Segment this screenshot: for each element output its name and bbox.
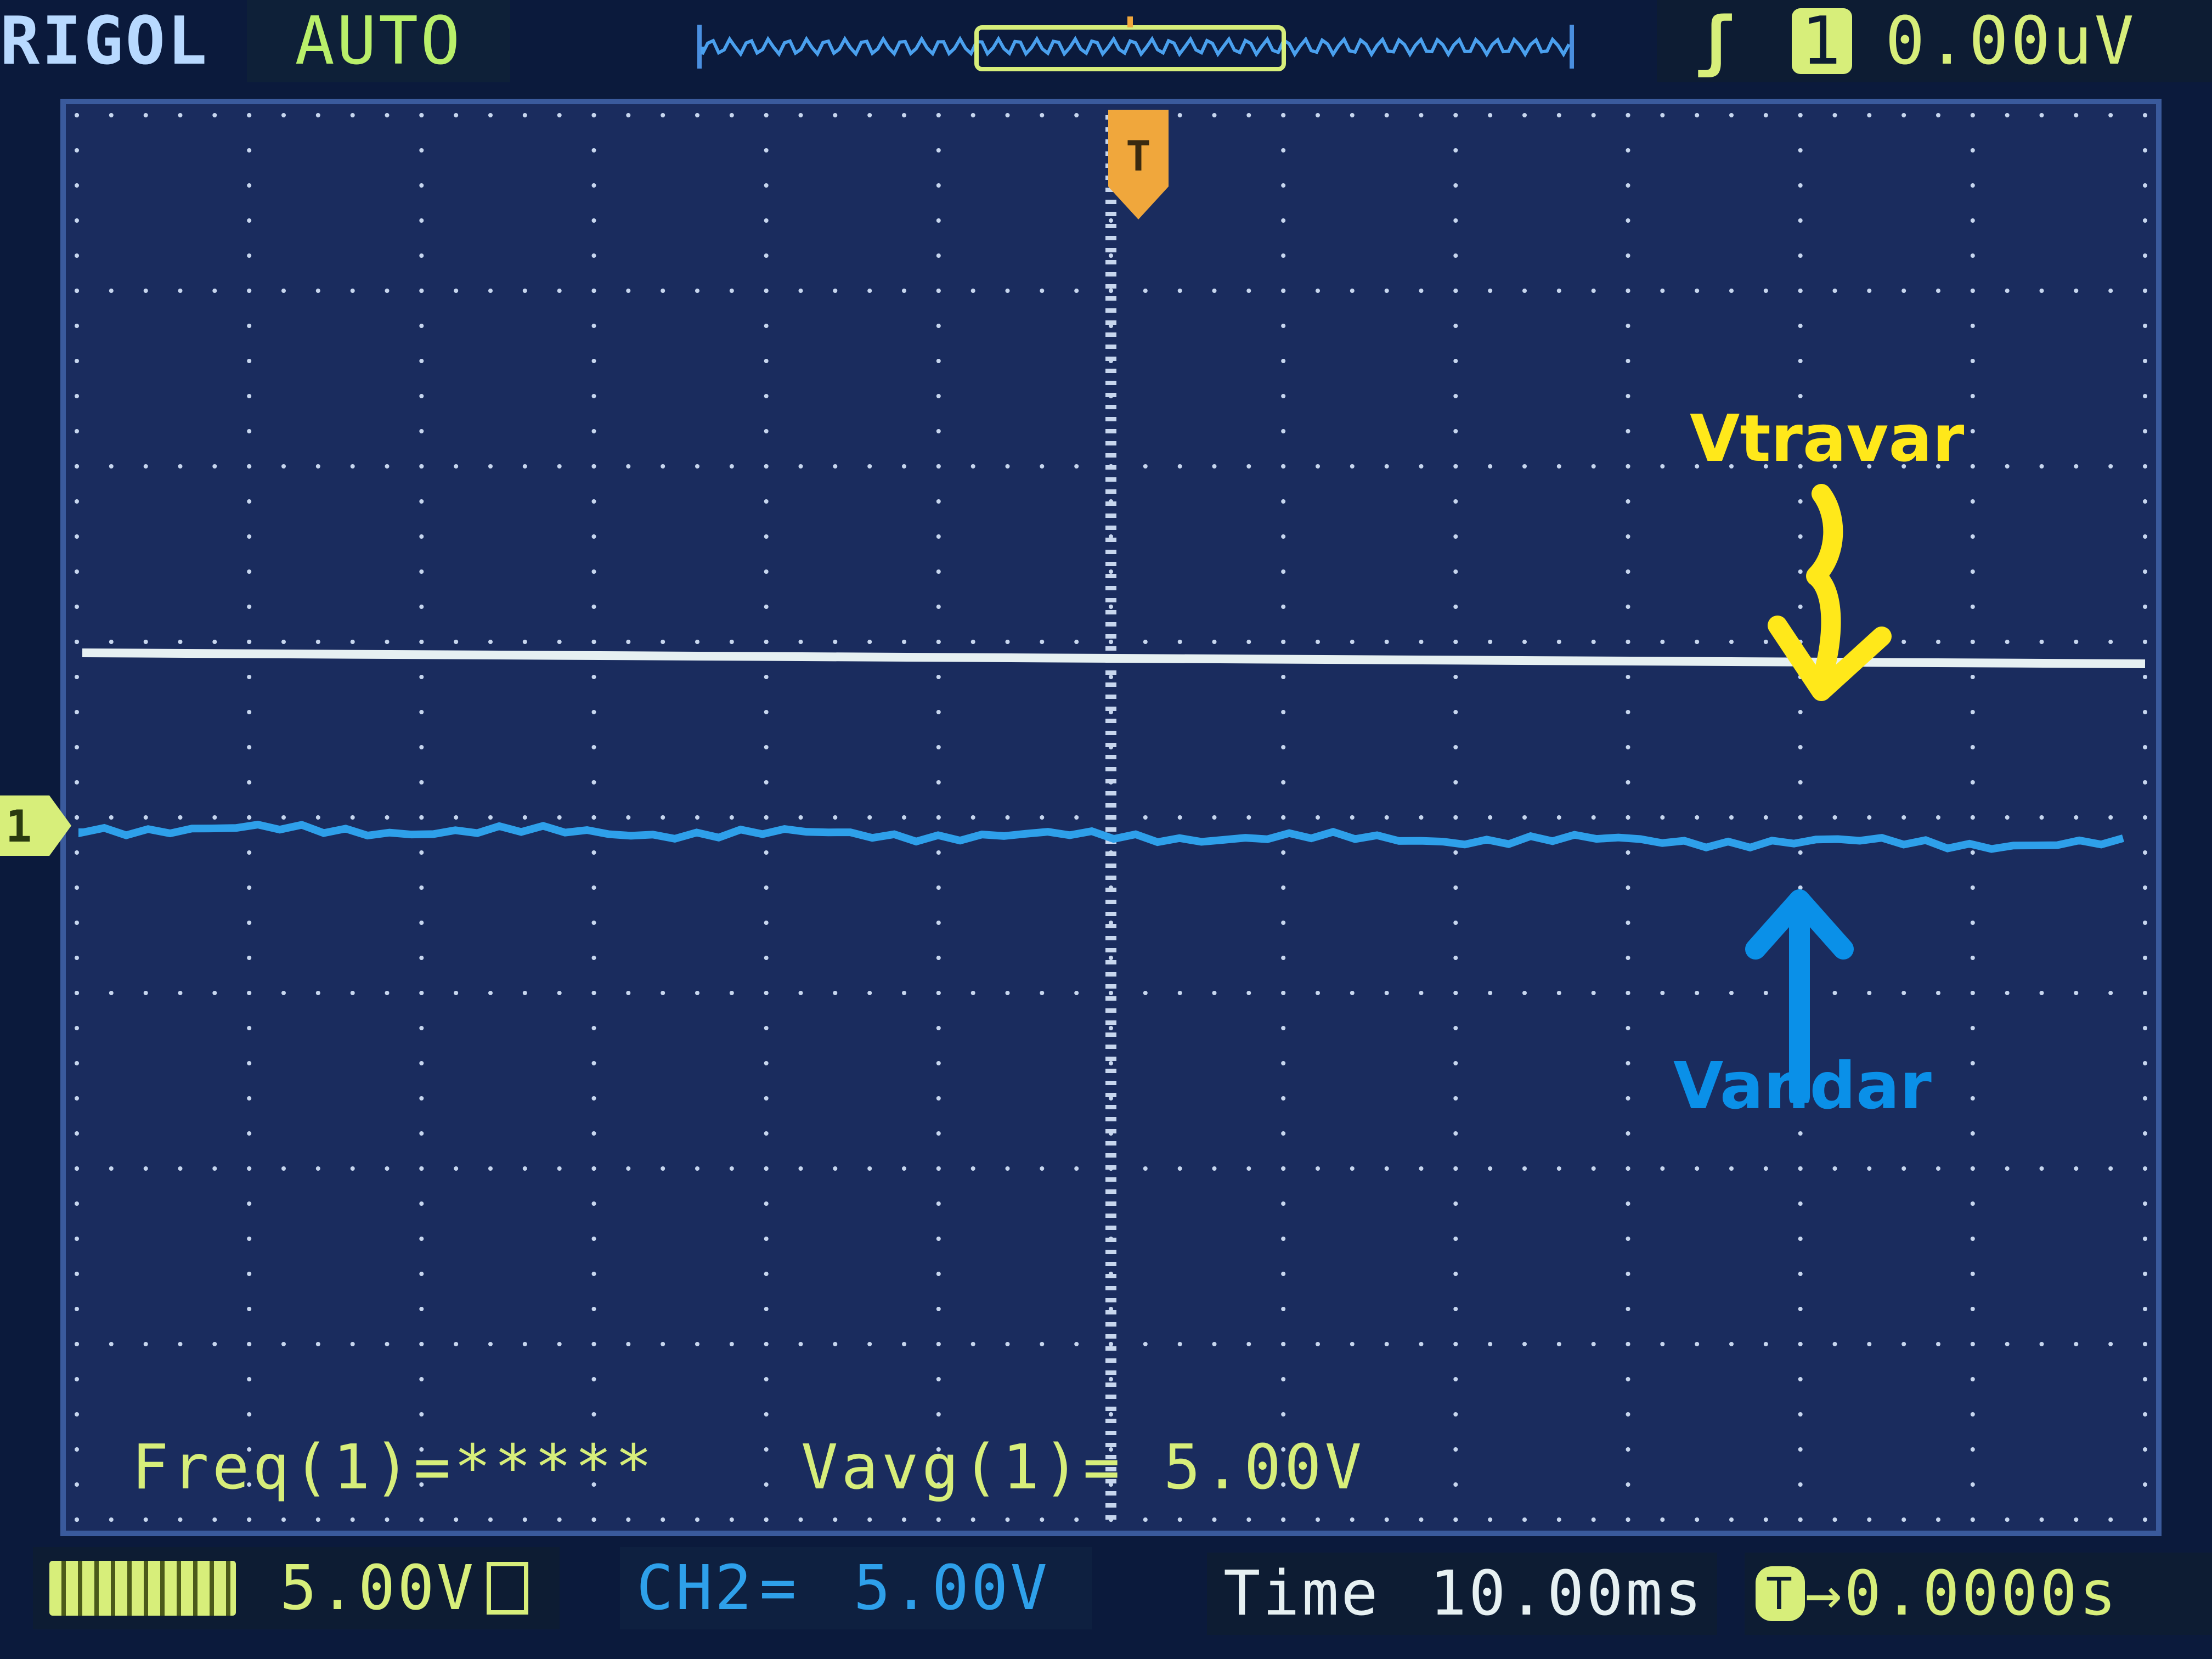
- time-label: Time: [1223, 1558, 1380, 1629]
- trigger-level-value: 0.00uV: [1885, 3, 2136, 80]
- ch1-scale-box[interactable]: 5.00V: [33, 1547, 560, 1629]
- ch1-label-icon: [49, 1561, 236, 1616]
- trigger-offset-icon: T: [1756, 1566, 1805, 1621]
- brand-label: RIGOL: [0, 3, 210, 80]
- ch2-label: CH2: [636, 1553, 754, 1624]
- ch2-trace: [78, 820, 2124, 853]
- memory-wave-icon: [697, 16, 1574, 71]
- down-arrow-icon: [1768, 484, 1892, 701]
- waveform-display[interactable]: T Freq(1)=***** Vavg(1)= 5.00V Vtravar V…: [60, 99, 2162, 1536]
- bandwidth-limit-icon: [487, 1562, 529, 1615]
- horizontal-offset-box[interactable]: T → 0.0000s: [1745, 1553, 2212, 1635]
- memory-position-bar: [697, 16, 1575, 77]
- dc-coupling-icon: =: [759, 1553, 799, 1624]
- ch1-scale-value: 5.00V: [280, 1553, 476, 1624]
- graticule: [75, 113, 2147, 1522]
- offset-value: 0.0000s: [1844, 1558, 2119, 1629]
- ch1-level-marker: 1: [0, 795, 71, 856]
- upper-trace-annotation: Vtravar: [1690, 400, 1965, 476]
- trigger-mode-box: AUTO: [247, 0, 510, 82]
- trigger-source-badge: 1: [1792, 3, 1853, 80]
- right-arrow-icon: →: [1805, 1558, 1844, 1629]
- trigger-status-box: ʃ 1 0.00uV: [1657, 0, 2212, 82]
- frequency-measurement: Freq(1)=*****: [132, 1432, 656, 1503]
- trigger-position-marker: T: [1108, 110, 1169, 225]
- trigger-mode-label: AUTO: [295, 3, 462, 80]
- average-voltage-measurement: Vavg(1)= 5.00V: [801, 1432, 1365, 1503]
- lower-trace-annotation: Vandar: [1673, 1048, 1932, 1124]
- timebase-box[interactable]: Time 10.00ms: [1207, 1553, 1717, 1635]
- rising-edge-icon: ʃ: [1695, 3, 1737, 80]
- time-scale-value: 10.00ms: [1429, 1558, 1704, 1629]
- ch2-scale-box[interactable]: CH2 = 5.00V: [620, 1547, 1092, 1629]
- ch2-scale-value: 5.00V: [853, 1553, 1049, 1624]
